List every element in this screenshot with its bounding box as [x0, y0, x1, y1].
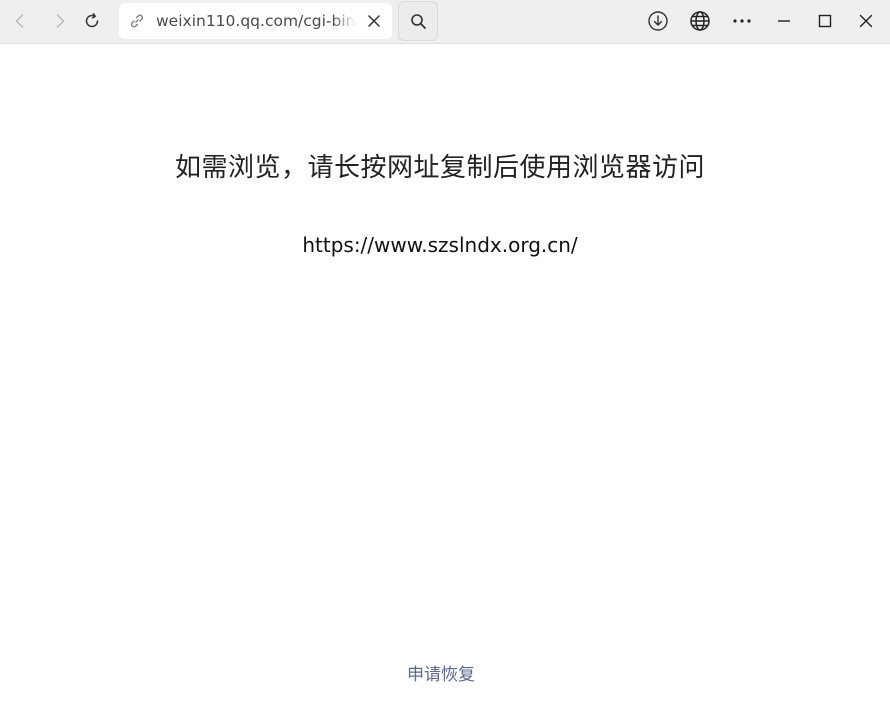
globe-icon — [690, 11, 710, 31]
close-window-button[interactable] — [851, 6, 881, 36]
browser-window: weixin110.qq.com/cgi-bin/mmspamsupport-b… — [0, 0, 890, 716]
forward-button[interactable] — [43, 4, 77, 38]
reload-button[interactable] — [75, 4, 109, 38]
minimize-icon — [778, 20, 790, 22]
browser-toolbar: weixin110.qq.com/cgi-bin/mmspamsupport-b… — [0, 0, 890, 44]
chevron-left-icon — [15, 14, 24, 28]
more-button[interactable] — [727, 6, 757, 36]
download-icon — [648, 11, 668, 31]
language-button[interactable] — [685, 6, 715, 36]
link-icon — [131, 14, 143, 28]
more-icon — [733, 19, 751, 23]
back-button[interactable] — [3, 4, 37, 38]
maximize-button[interactable] — [810, 6, 840, 36]
search-button[interactable] — [398, 1, 438, 41]
target-url-text[interactable]: https://www.szslndx.org.cn/ — [0, 230, 880, 260]
chevron-right-icon — [56, 14, 65, 28]
reload-icon — [85, 13, 99, 28]
address-bar[interactable]: weixin110.qq.com/cgi-bin/mmspamsupport-b… — [119, 3, 392, 39]
minimize-button[interactable] — [769, 6, 799, 36]
download-button[interactable] — [643, 6, 673, 36]
maximize-icon — [818, 14, 832, 28]
restore-link[interactable]: 申请恢复 — [0, 662, 882, 688]
close-icon — [859, 14, 873, 28]
search-icon — [410, 13, 426, 29]
page-message: 如需浏览，请长按网址复制后使用浏览器访问 — [174, 153, 705, 183]
address-url-text[interactable]: weixin110.qq.com/cgi-bin/mmspamsupport-b… — [156, 12, 356, 30]
close-icon[interactable] — [366, 13, 382, 29]
